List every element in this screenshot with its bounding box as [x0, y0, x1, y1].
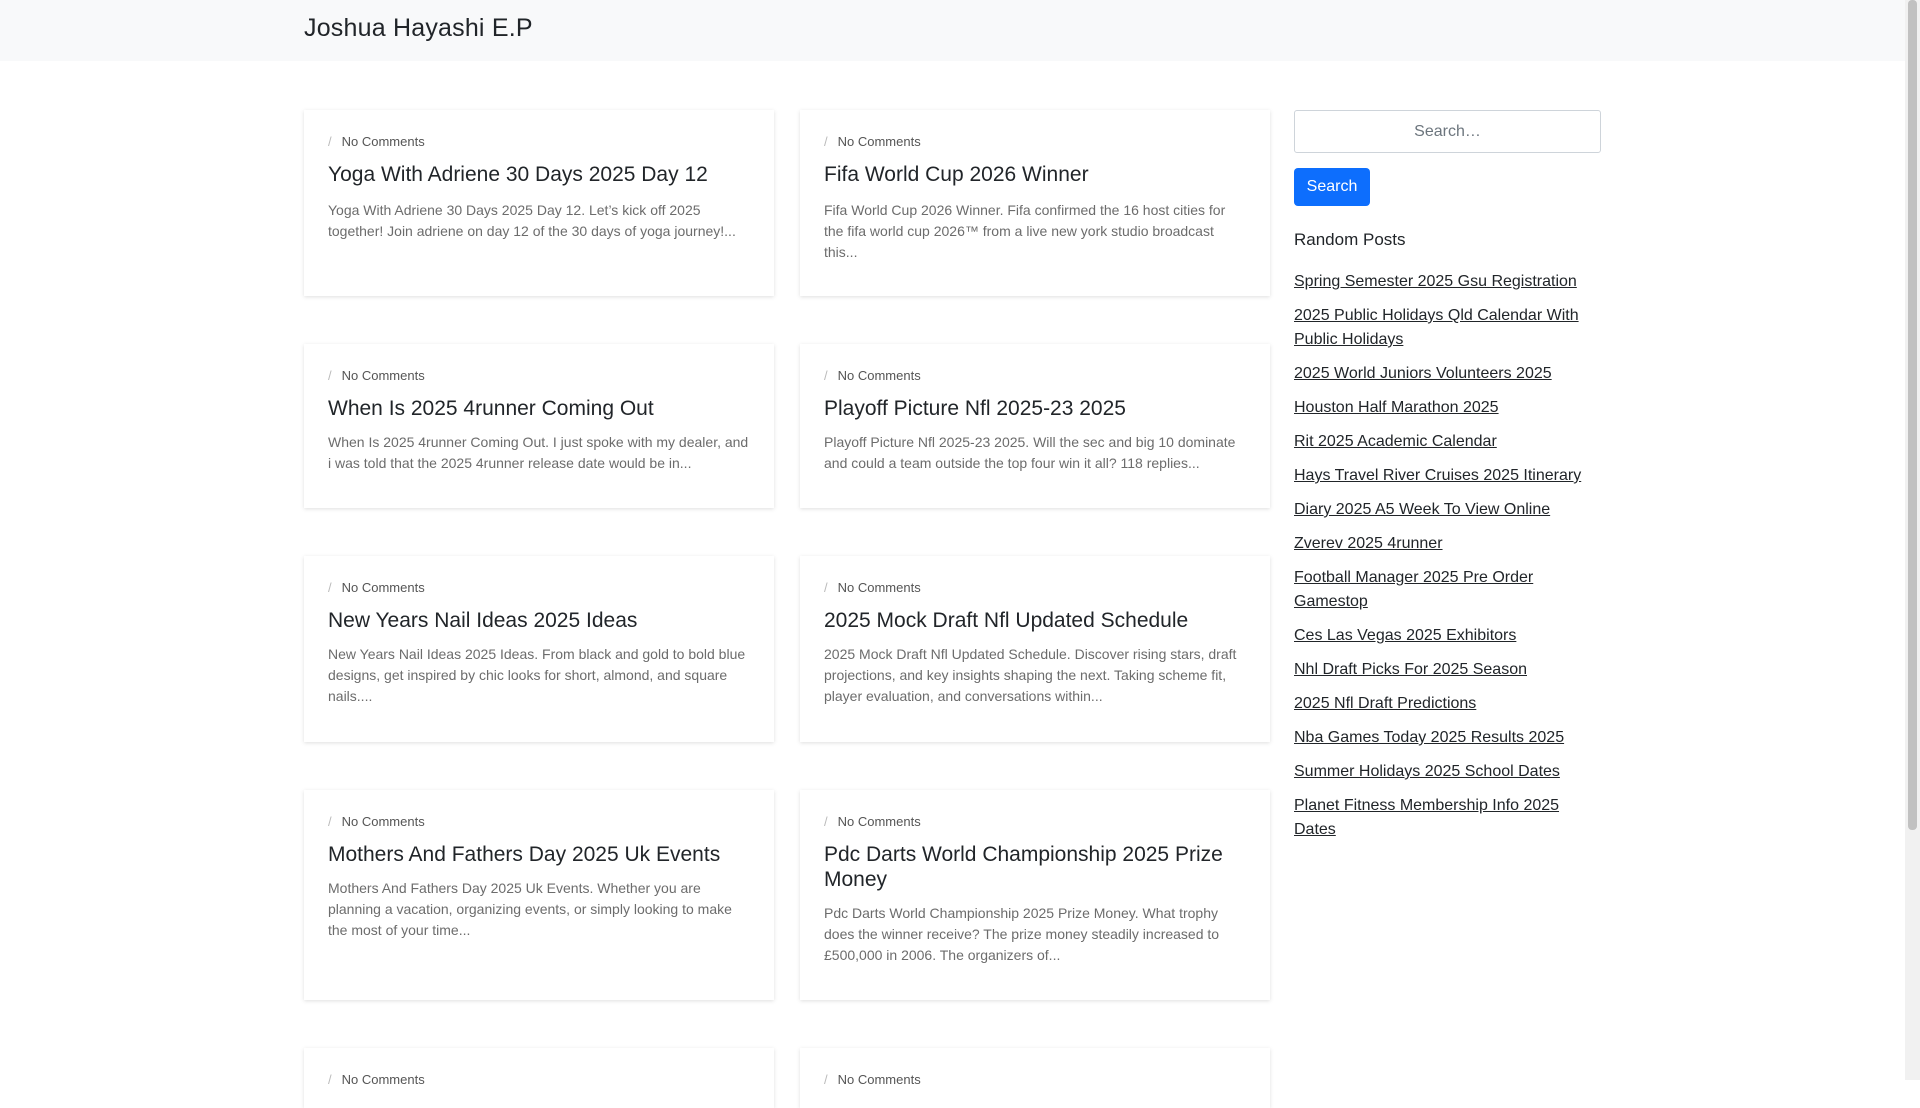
list-item: 2025 Public Holidays Qld Calendar With P… [1294, 304, 1601, 352]
post-card: / No Comments Mothers And Fathers Day 202… [304, 790, 774, 1000]
post-excerpt: 2025 Mock Draft Nfl Updated Schedule. Di… [824, 646, 1237, 704]
random-post-link[interactable]: Spring Semester 2025 Gsu Registration [1294, 273, 1577, 290]
list-item: Houston Half Marathon 2025 [1294, 396, 1601, 420]
list-item: Spring Semester 2025 Gsu Registration [1294, 270, 1601, 294]
post-title[interactable]: Pdc Darts World Championship 2025 Prize … [824, 842, 1246, 892]
post-excerpt: Pdc Darts World Championship 2025 Prize … [824, 905, 1220, 963]
comments-link[interactable]: No Comments [342, 368, 425, 383]
post-title[interactable]: New Years Nail Ideas 2025 Ideas [328, 608, 750, 633]
list-item: Summer Holidays 2025 School Dates [1294, 760, 1601, 784]
post-meta: / No Comments [328, 134, 425, 149]
post-excerpt: Mothers And Fathers Day 2025 Uk Events. … [328, 880, 732, 938]
list-item: Nba Games Today 2025 Results 2025 [1294, 726, 1601, 750]
list-item: Hays Travel River Cruises 2025 Itinerary [1294, 464, 1601, 488]
site-header: Joshua Hayashi E.P [0, 0, 1905, 61]
comments-link[interactable]: No Comments [342, 814, 425, 829]
random-posts-list: Spring Semester 2025 Gsu Registration 20… [1294, 270, 1601, 852]
random-post-link[interactable]: Summer Holidays 2025 School Dates [1294, 763, 1560, 780]
meta-separator: / [328, 134, 332, 149]
search-button[interactable]: Search [1294, 168, 1370, 206]
post-meta: / No Comments [824, 814, 921, 829]
list-item: Nhl Draft Picks For 2025 Season [1294, 658, 1601, 682]
random-post-link[interactable]: 2025 Public Holidays Qld Calendar With P… [1294, 307, 1579, 348]
post-title[interactable]: 2025 Mock Draft Nfl Updated Schedule [824, 608, 1246, 633]
random-post-link[interactable]: 2025 World Juniors Volunteers 2025 [1294, 365, 1552, 382]
post-meta: / No Comments [328, 580, 425, 595]
post-card: / No Comments Yoga With Adriene 30 Days 2… [304, 110, 774, 296]
post-card: / No Comments When Is 2025 4runner Coming… [304, 344, 774, 508]
random-post-link[interactable]: Zverev 2025 4runner [1294, 535, 1443, 552]
list-item: 2025 World Juniors Volunteers 2025 [1294, 362, 1601, 386]
meta-separator: / [824, 814, 828, 829]
post-card: / No Comments Pdc Darts World Championshi… [800, 790, 1270, 1000]
post-excerpt: When Is 2025 4runner Coming Out. I just … [328, 434, 749, 471]
random-posts-heading: Random Posts [1294, 230, 1406, 249]
random-post-link[interactable]: Planet Fitness Membership Info 2025 Date… [1294, 797, 1559, 838]
post-card: / No Comments Playoff Picture Nfl 2025-23… [800, 344, 1270, 508]
list-item: Ces Las Vegas 2025 Exhibitors [1294, 624, 1601, 648]
meta-separator: / [328, 580, 332, 595]
list-item: Planet Fitness Membership Info 2025 Date… [1294, 794, 1601, 842]
random-post-link[interactable]: Houston Half Marathon 2025 [1294, 399, 1499, 416]
list-item: Zverev 2025 4runner [1294, 532, 1601, 556]
comments-link[interactable]: No Comments [838, 814, 921, 829]
meta-separator: / [824, 134, 828, 149]
comments-link[interactable]: No Comments [838, 134, 921, 149]
random-post-link[interactable]: Ces Las Vegas 2025 Exhibitors [1294, 627, 1516, 644]
random-post-link[interactable]: 2025 Nfl Draft Predictions [1294, 695, 1476, 712]
post-meta: / No Comments [824, 368, 921, 383]
random-post-link[interactable]: Nhl Draft Picks For 2025 Season [1294, 661, 1527, 678]
random-post-link[interactable]: Rit 2025 Academic Calendar [1294, 433, 1497, 450]
comments-link[interactable]: No Comments [342, 580, 425, 595]
meta-separator: / [328, 814, 332, 829]
scrollbar-thumb[interactable] [1908, 0, 1917, 830]
meta-separator: / [824, 368, 828, 383]
post-excerpt: Fifa World Cup 2026 Winner. Fifa confirm… [824, 202, 1226, 260]
post-title[interactable]: When Is 2025 4runner Coming Out [328, 396, 750, 421]
random-post-link[interactable]: Diary 2025 A5 Week To View Online [1294, 501, 1550, 518]
post-excerpt: Playoff Picture Nfl 2025-23 2025. Will t… [824, 434, 1236, 471]
post-meta: / No Comments [328, 814, 425, 829]
list-item: 2025 Nfl Draft Predictions [1294, 692, 1601, 716]
post-card: / No Comments [800, 1048, 1270, 1108]
post-card: / No Comments [304, 1048, 774, 1108]
post-title[interactable]: Playoff Picture Nfl 2025-23 2025 [824, 396, 1246, 421]
post-card: / No Comments Fifa World Cup 2026 Winner … [800, 110, 1270, 296]
post-excerpt: Yoga With Adriene 30 Days 2025 Day 12. L… [328, 202, 736, 239]
list-item: Football Manager 2025 Pre Order Gamestop [1294, 566, 1601, 614]
post-meta: / No Comments [328, 368, 425, 383]
search-input[interactable] [1294, 110, 1601, 153]
post-card: / No Comments New Years Nail Ideas 2025 I… [304, 556, 774, 742]
list-item: Rit 2025 Academic Calendar [1294, 430, 1601, 454]
comments-link[interactable]: No Comments [342, 134, 425, 149]
random-post-link[interactable]: Nba Games Today 2025 Results 2025 [1294, 729, 1564, 746]
post-excerpt: New Years Nail Ideas 2025 Ideas. From bl… [328, 646, 746, 704]
post-title[interactable]: Mothers And Fathers Day 2025 Uk Events [328, 842, 750, 867]
page-scrollbar[interactable] [1905, 0, 1920, 1080]
post-meta: / No Comments [824, 580, 921, 595]
site-title-link[interactable]: Joshua Hayashi E.P [304, 14, 533, 43]
comments-link[interactable]: No Comments [838, 580, 921, 595]
post-meta: / No Comments [824, 134, 921, 149]
post-title[interactable]: Yoga With Adriene 30 Days 2025 Day 12 [328, 162, 750, 187]
meta-separator: / [824, 580, 828, 595]
comments-link[interactable]: No Comments [838, 368, 921, 383]
random-post-link[interactable]: Football Manager 2025 Pre Order Gamestop [1294, 569, 1533, 610]
post-card: / No Comments 2025 Mock Draft Nfl Updated… [800, 556, 1270, 742]
post-title[interactable]: Fifa World Cup 2026 Winner [824, 162, 1246, 187]
meta-separator: / [328, 368, 332, 383]
random-post-link[interactable]: Hays Travel River Cruises 2025 Itinerary [1294, 467, 1581, 484]
list-item: Diary 2025 A5 Week To View Online [1294, 498, 1601, 522]
